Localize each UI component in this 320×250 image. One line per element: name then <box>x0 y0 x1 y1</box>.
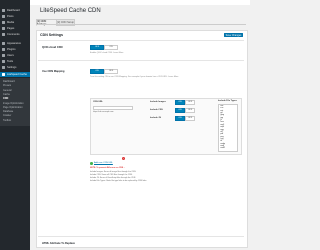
include-js-toggle[interactable]: ON OFF <box>175 116 195 121</box>
mapping-off-option[interactable]: OFF <box>104 69 118 74</box>
delete-mapping-icon[interactable]: × <box>122 157 125 160</box>
submenu-item-crawler[interactable]: Crawler <box>3 114 11 117</box>
submenu-item-presets[interactable]: Presets <box>3 84 11 87</box>
include-css-toggle[interactable]: ON OFF <box>175 108 195 113</box>
sidebar-item-label: Dashboard <box>7 9 20 12</box>
submenu-item-database[interactable]: Database <box>3 110 13 113</box>
save-button[interactable]: Save Changes <box>224 33 243 37</box>
settings-icon <box>2 66 5 69</box>
html-attribute-label: HTML Attribute To Replace <box>42 242 75 245</box>
quic-on-option[interactable]: ON <box>104 45 118 50</box>
tab-cdn-setup[interactable]: [2] CDN Setup <box>56 19 75 26</box>
wrench-icon <box>2 60 5 63</box>
add-icon[interactable] <box>90 162 93 165</box>
cdn-mapping-label: Use CDN Mapping <box>42 70 65 73</box>
sidebar-item-label: Comments <box>7 33 20 36</box>
comment-icon <box>2 33 5 36</box>
quic-off-option[interactable]: OFF <box>90 45 104 50</box>
sidebar-item-pages[interactable]: Pages <box>0 26 30 31</box>
quic-cdn-toggle[interactable]: OFF ON <box>90 45 118 50</box>
sidebar-item-litespeed-cache[interactable]: LiteSpeed Cache <box>0 72 30 77</box>
litespeed-icon <box>2 73 5 76</box>
sidebar-item-appearance[interactable]: Appearance <box>0 41 30 46</box>
include-js-off[interactable]: OFF <box>185 116 195 121</box>
sidebar-item-settings[interactable]: Settings <box>0 65 30 70</box>
dashboard-icon <box>2 9 5 12</box>
sidebar-item-media[interactable]: Media <box>0 20 30 25</box>
sidebar-item-label: Plugins <box>7 48 16 51</box>
include-images-label: Include Images <box>150 101 166 103</box>
page-title: LiteSpeed Cache CDN <box>40 8 101 14</box>
user-icon <box>2 54 5 57</box>
include-images-on[interactable]: ON <box>175 100 185 105</box>
include-css-off[interactable]: OFF <box>185 108 195 113</box>
media-icon <box>2 21 5 24</box>
sidebar-item-label: Posts <box>7 15 14 18</box>
tab-cdn-settings[interactable]: [1] CDN Settings <box>36 19 57 26</box>
add-cdn-url-link[interactable]: Add new CDN URL <box>94 162 113 164</box>
sidebar-item-label: LiteSpeed Cache <box>7 73 27 76</box>
quic-cdn-label: QUIC.cloud CDN <box>42 46 63 49</box>
submenu-item-dashboard[interactable]: Dashboard <box>3 80 15 83</box>
submenu-item-image-optimization[interactable]: Image Optimization <box>3 102 24 105</box>
submenu-item-cache[interactable]: Cache <box>3 93 10 96</box>
include-css-label: Include CSS <box>150 109 163 111</box>
submenu-item-page-optimization[interactable]: Page Optimization <box>3 106 23 109</box>
page-icon <box>2 27 5 30</box>
warning-note: NOTE: To prevent 404 errors on CDN ... <box>90 167 126 169</box>
cdn-url-placeholder: https://cdn.example.com <box>93 111 114 113</box>
sidebar-item-label: Settings <box>7 66 17 69</box>
note-file-types: Include File Types: Static file type lin… <box>90 180 147 182</box>
sidebar-item-comments[interactable]: Comments <box>0 32 30 37</box>
file-type-item: .woff2 <box>220 147 226 150</box>
cdn-mapping-description: Turn this setting ON to use CDN Mapping.… <box>90 76 179 78</box>
include-css-on[interactable]: ON <box>175 108 185 113</box>
sidebar-item-label: Users <box>7 54 14 57</box>
admin-topbar <box>30 0 250 5</box>
cdn-url-label: CDN URL <box>93 101 103 103</box>
sidebar-item-dashboard[interactable]: Dashboard <box>0 8 30 13</box>
sidebar-item-posts[interactable]: Posts <box>0 14 30 19</box>
sidebar-item-tools[interactable]: Tools <box>0 59 30 64</box>
cdn-mapping-toggle[interactable]: ON OFF <box>90 69 118 74</box>
include-js-on[interactable]: ON <box>175 116 185 121</box>
include-js-label: Include JS <box>150 117 161 119</box>
include-images-off[interactable]: OFF <box>185 100 195 105</box>
cdn-url-input[interactable] <box>93 106 133 110</box>
quic-cdn-description: Enable QUIC.cloud CDN. Learn More <box>90 52 124 54</box>
sidebar-item-users[interactable]: Users <box>0 53 30 58</box>
sidebar-item-label: Tools <box>7 60 14 63</box>
sidebar-item-label: Media <box>7 21 15 24</box>
plugin-icon <box>2 48 5 51</box>
mapping-on-option[interactable]: ON <box>90 69 104 74</box>
sidebar-item-label: Pages <box>7 27 15 30</box>
submenu-item-toolbox[interactable]: Toolbox <box>3 119 11 122</box>
pin-icon <box>2 15 5 18</box>
panel-title: CDN Settings <box>40 33 63 37</box>
brush-icon <box>2 42 5 45</box>
sidebar-item-label: Appearance <box>7 42 21 45</box>
submenu-item-general[interactable]: General <box>3 89 12 92</box>
file-types-label: Include File Types <box>218 100 237 102</box>
include-images-toggle[interactable]: ON OFF <box>175 100 195 105</box>
submenu-item-cdn[interactable]: CDN <box>3 97 8 100</box>
sidebar-item-plugins[interactable]: Plugins <box>0 47 30 52</box>
